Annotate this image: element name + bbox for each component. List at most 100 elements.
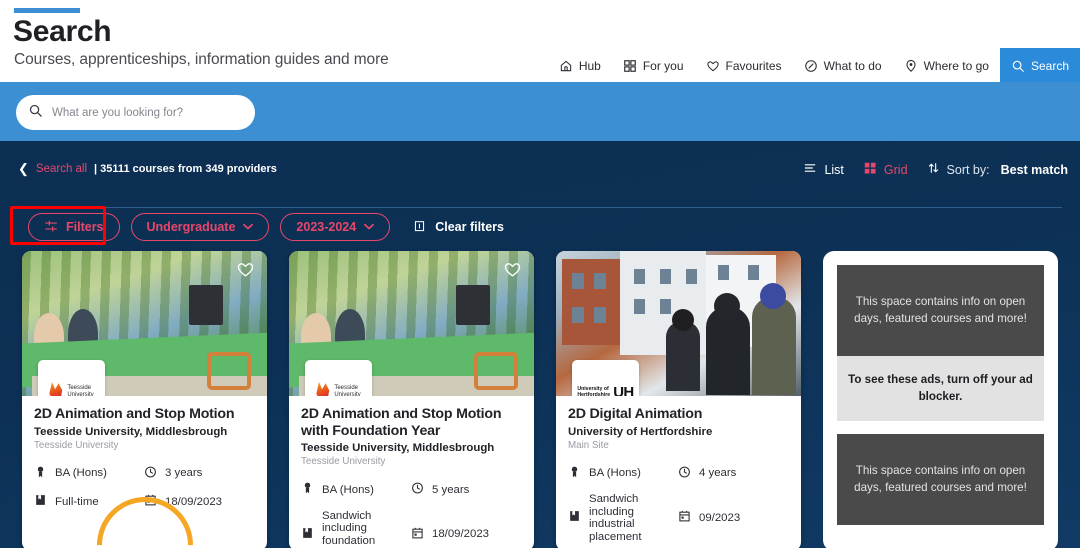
photo-decor xyxy=(752,297,796,395)
course-site: Main Site xyxy=(568,440,789,452)
meta-study-mode: Sandwich including industrial placement xyxy=(568,493,676,543)
photo-decor xyxy=(594,307,606,323)
filter-chip-level-label: Undergraduate xyxy=(147,220,236,234)
favourite-toggle[interactable] xyxy=(503,260,522,279)
search-box[interactable] xyxy=(16,95,255,130)
nav-label-where-to-go: Where to go xyxy=(924,59,989,73)
meta-study-mode: Sandwich including foundation year xyxy=(301,510,409,548)
course-meta: BA (Hons) 4 years xyxy=(568,465,789,544)
heart-icon xyxy=(706,59,720,73)
logo-line-2: Hertfordshire xyxy=(577,392,610,396)
sort-by-value: Best match xyxy=(1001,163,1068,177)
location-pin-icon xyxy=(904,59,918,73)
meta-study-mode-text: Sandwich including foundation year xyxy=(322,510,398,548)
logo-line-1: Teesside xyxy=(334,385,360,393)
filter-chip-year-label: 2023-2024 xyxy=(296,220,356,234)
provider-logo: Teesside University xyxy=(305,360,372,396)
award-icon xyxy=(34,465,47,483)
course-card-body: 2D Animation and Stop Motion with Founda… xyxy=(289,396,534,548)
calendar-icon xyxy=(678,509,691,527)
filter-row: Filters Undergraduate 2023-2024 xyxy=(0,211,1080,243)
trash-icon xyxy=(413,219,426,236)
sort-control[interactable]: Sort by: Best match xyxy=(927,161,1068,178)
favourite-toggle[interactable] xyxy=(236,260,255,279)
course-card[interactable]: University of Hertfordshire UH 2D Digita… xyxy=(556,251,801,548)
clear-filters-button[interactable]: Clear filters xyxy=(413,219,504,236)
nav-label-search: Search xyxy=(1031,59,1069,73)
grid-icon xyxy=(863,161,877,178)
course-card-body: 2D Animation and Stop Motion Teesside Un… xyxy=(22,396,267,511)
photo-decor xyxy=(207,352,251,390)
photo-decor xyxy=(562,259,620,345)
photo-decor xyxy=(474,352,518,390)
results-area: ❮ Search all | 35111 courses from 349 pr… xyxy=(0,141,1080,548)
filter-chip-year[interactable]: 2023-2024 xyxy=(280,213,390,241)
course-site: Teesside University xyxy=(34,440,255,452)
course-image: University of Hertfordshire UH xyxy=(556,251,801,396)
course-title: 2D Digital Animation xyxy=(568,406,789,423)
ad-placeholder-bottom: This space contains info on open days, f… xyxy=(837,434,1044,525)
nav-item-hub[interactable]: Hub xyxy=(548,48,612,83)
nav-item-for-you[interactable]: For you xyxy=(612,48,695,83)
filters-button[interactable]: Filters xyxy=(28,213,120,241)
meta-duration-text: 5 years xyxy=(432,484,469,497)
meta-qualification-text: BA (Hons) xyxy=(589,467,641,480)
provider-logo: Teesside University xyxy=(38,360,105,396)
results-count: | 35111 courses from 349 providers xyxy=(94,163,277,175)
course-card[interactable]: Teesside University 2D Animation and Sto… xyxy=(289,251,534,548)
photo-decor xyxy=(660,299,671,314)
meta-qualification-text: BA (Hons) xyxy=(55,467,107,480)
course-card[interactable]: Teesside University 2D Animation and Sto… xyxy=(22,251,267,548)
teesside-flame-icon xyxy=(316,382,331,396)
search-icon xyxy=(28,103,43,123)
ad-spacer xyxy=(837,421,1044,434)
nav-label-hub: Hub xyxy=(579,59,601,73)
toolbar-divider xyxy=(18,207,1062,208)
photo-decor xyxy=(634,299,645,314)
meta-start-date: 18/09/2023 xyxy=(411,510,522,548)
meta-duration: 3 years xyxy=(144,465,255,483)
provider-logo: University of Hertfordshire UH xyxy=(572,360,639,396)
view-controls: List Grid xyxy=(803,161,1068,178)
view-list-label: List xyxy=(824,163,843,177)
meta-duration-text: 3 years xyxy=(165,467,202,480)
nav-item-search[interactable]: Search xyxy=(1000,48,1080,83)
chevron-left-icon[interactable]: ❮ xyxy=(18,162,29,175)
filter-chip-level[interactable]: Undergraduate xyxy=(131,213,270,241)
course-provider: Teesside University, Middlesbrough xyxy=(301,441,522,455)
meta-qualification-text: BA (Hons) xyxy=(322,484,374,497)
clear-filters-label: Clear filters xyxy=(435,220,504,234)
search-input[interactable] xyxy=(52,107,243,119)
breadcrumb-search-all-link[interactable]: Search all xyxy=(36,163,87,175)
photo-decor xyxy=(748,265,759,280)
results-toolbar: ❮ Search all | 35111 courses from 349 pr… xyxy=(0,159,1080,187)
chevron-down-icon xyxy=(243,222,253,232)
logo-line-1: Teesside xyxy=(67,385,93,393)
view-toggle-grid[interactable]: Grid xyxy=(863,161,908,178)
nav-item-where-to-go[interactable]: Where to go xyxy=(893,48,1000,83)
nav-item-favourites[interactable]: Favourites xyxy=(695,48,793,83)
nav-label-favourites: Favourites xyxy=(726,59,782,73)
search-icon xyxy=(1011,59,1025,73)
photo-decor xyxy=(594,273,606,289)
nav-item-what-to-do[interactable]: What to do xyxy=(793,48,893,83)
meta-duration: 4 years xyxy=(678,465,789,483)
nav-label-for-you: For you xyxy=(643,59,684,73)
primary-navigation: Hub For you Favourites xyxy=(548,48,1080,83)
photo-decor xyxy=(760,283,786,309)
meta-start-date: 09/2023 xyxy=(678,493,789,543)
award-icon xyxy=(568,465,581,483)
meta-study-mode-text: Sandwich including industrial placement xyxy=(589,493,665,543)
course-title: 2D Animation and Stop Motion xyxy=(34,406,255,423)
book-icon xyxy=(568,509,581,527)
breadcrumb: ❮ Search all | 35111 courses from 349 pr… xyxy=(18,162,277,175)
book-icon xyxy=(301,526,314,544)
photo-decor xyxy=(572,273,584,289)
meta-study-mode-text: Full-time xyxy=(55,496,99,509)
photo-decor xyxy=(189,285,223,325)
ad-placeholder-top: This space contains info on open days, f… xyxy=(837,265,1044,356)
sort-by-label: Sort by: xyxy=(947,163,990,177)
view-toggle-list[interactable]: List xyxy=(803,161,843,178)
page-title: Search xyxy=(13,15,111,49)
photo-decor xyxy=(660,269,671,284)
